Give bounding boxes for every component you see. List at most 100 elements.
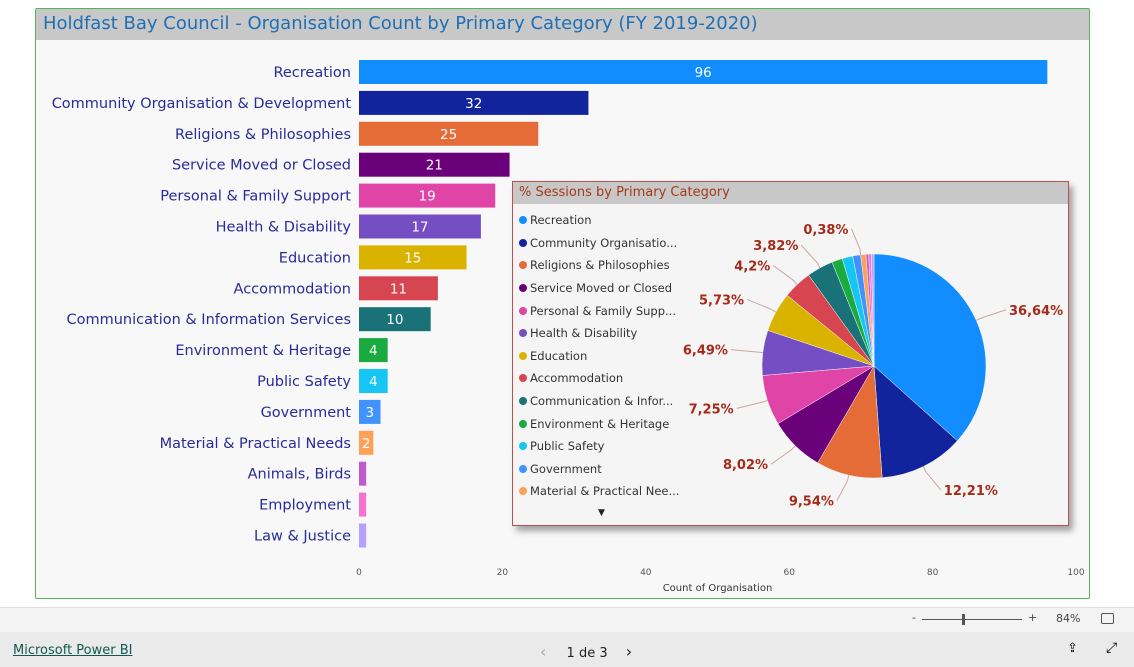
pie-data-label: 12,21% xyxy=(944,484,998,499)
bar-data-label: 2 xyxy=(362,436,371,452)
pie-leader-line xyxy=(800,244,821,269)
bar-data-label: 15 xyxy=(404,250,421,266)
legend-item[interactable]: Service Moved or Closed xyxy=(519,277,679,300)
legend-item[interactable]: Material & Practical Nee... xyxy=(519,480,679,503)
zoom-out-button[interactable]: - xyxy=(912,611,916,624)
pie-chart-visual[interactable]: % Sessions by Primary Category 36,64% 12,… xyxy=(512,181,1069,526)
legend-label: Personal & Family Supp... xyxy=(530,303,676,318)
bar-data-label: 17 xyxy=(411,220,428,236)
legend-label: Accommodation xyxy=(530,371,624,386)
pie-data-label: 9,54% xyxy=(789,494,834,509)
pie-leader-line xyxy=(773,265,798,285)
zoom-slider-thumb[interactable] xyxy=(962,614,965,625)
bar xyxy=(359,523,367,548)
x-tick-label: 20 xyxy=(497,568,509,578)
bar-data-label: 11 xyxy=(390,281,407,297)
pie-data-label: 4,2% xyxy=(734,260,770,275)
bar-data-label: 4 xyxy=(369,343,378,359)
page-indicator: 1 de 3 xyxy=(566,646,608,661)
bar-category-label: Communication & Information Services xyxy=(67,312,352,328)
pie-data-label: 36,64% xyxy=(1009,304,1063,319)
legend-label: Community Organisatio... xyxy=(530,235,678,250)
pie-data-label: 8,02% xyxy=(723,458,768,473)
zoom-bar: - + 84% xyxy=(0,607,1134,633)
legend-dot xyxy=(519,487,527,496)
bar-category-label: Accommodation xyxy=(234,281,351,297)
legend-dot xyxy=(519,374,527,383)
legend-item[interactable]: Public Safety xyxy=(519,435,679,458)
legend-label: Environment & Heritage xyxy=(530,416,670,431)
pie-leader-line xyxy=(922,466,942,491)
legend-dot xyxy=(519,329,527,338)
bar-category-label: Material & Practical Needs xyxy=(160,436,351,452)
legend-item[interactable]: Recreation xyxy=(519,209,679,232)
zoom-slider[interactable] xyxy=(922,614,1022,625)
legend-item[interactable]: Personal & Family Supp... xyxy=(519,299,679,322)
bar-data-label: 3 xyxy=(365,405,374,421)
legend-dot xyxy=(519,284,527,293)
legend-item[interactable]: Accommodation xyxy=(519,367,679,390)
bar-data-label: 21 xyxy=(426,158,443,174)
bar-category-label: Animals, Birds xyxy=(248,467,351,483)
bar xyxy=(359,461,367,486)
bar-category-label: Employment xyxy=(259,498,351,514)
bar-category-label: Health & Disability xyxy=(216,220,352,236)
legend-item[interactable]: Religions & Philosophies xyxy=(519,254,679,277)
bar-category-label: Government xyxy=(261,405,352,421)
bar-category-label: Service Moved or Closed xyxy=(172,158,351,174)
legend-label: Material & Practical Nee... xyxy=(530,484,680,499)
bar-category-label: Law & Justice xyxy=(254,529,351,545)
legend-label: Religions & Philosophies xyxy=(530,258,670,273)
pie-leader-line xyxy=(976,309,1007,321)
legend-label: Health & Disability xyxy=(530,326,638,341)
x-tick-label: 60 xyxy=(783,568,795,578)
footer: Microsoft Power BI ‹ 1 de 3 › ⇪ ⤢ xyxy=(0,632,1134,667)
legend-scroll-down-icon[interactable]: ▼ xyxy=(598,508,605,518)
legend-item[interactable]: Communication & Infor... xyxy=(519,390,679,413)
legend-dot xyxy=(519,464,527,473)
pie-leader-line xyxy=(746,299,777,313)
legend-label: Service Moved or Closed xyxy=(530,281,672,296)
zoom-in-button[interactable]: + xyxy=(1028,611,1037,624)
pie-data-label: 7,25% xyxy=(689,402,734,417)
bar-data-label: 4 xyxy=(369,374,378,390)
legend-dot xyxy=(519,419,527,428)
pie-data-label: 5,73% xyxy=(699,293,744,308)
legend-item[interactable]: Government xyxy=(519,458,679,481)
legend-item[interactable]: Community Organisatio... xyxy=(519,232,679,255)
legend-label: Recreation xyxy=(530,213,592,228)
page-navigator: ‹ 1 de 3 › xyxy=(540,642,632,661)
pie-leader-line xyxy=(770,445,796,465)
bar-category-label: Personal & Family Support xyxy=(160,189,351,205)
x-axis-title: Count of Organisation xyxy=(663,583,773,594)
next-page-button[interactable]: › xyxy=(626,642,632,661)
share-icon[interactable]: ⇪ xyxy=(1067,641,1078,656)
report-canvas: Holdfast Bay Council - Organisation Coun… xyxy=(0,0,1134,607)
legend-item[interactable]: Education xyxy=(519,345,679,368)
legend-label: Government xyxy=(530,461,602,476)
bar-category-label: Public Safety xyxy=(257,374,351,390)
bar-data-label: 96 xyxy=(695,65,712,81)
legend-dot xyxy=(519,238,527,247)
prev-page-button[interactable]: ‹ xyxy=(540,642,546,661)
legend-item[interactable]: Health & Disability xyxy=(519,322,679,345)
legend-label: Education xyxy=(530,348,588,363)
legend-label: Communication & Infor... xyxy=(530,394,674,409)
fullscreen-icon[interactable]: ⤢ xyxy=(1106,640,1117,656)
bar-category-label: Education xyxy=(279,250,351,266)
fit-page-icon[interactable] xyxy=(1101,613,1114,624)
legend-item[interactable]: Environment & Heritage xyxy=(519,412,679,435)
power-bi-link[interactable]: Microsoft Power BI xyxy=(13,643,132,658)
bar-data-label: 25 xyxy=(440,127,457,143)
legend-dot xyxy=(519,351,527,360)
x-tick-label: 40 xyxy=(640,568,652,578)
bar-category-label: Environment & Heritage xyxy=(175,343,351,359)
pie-data-label: 3,82% xyxy=(753,239,798,254)
bar-data-label: 19 xyxy=(419,189,436,205)
bar-category-label: Religions & Philosophies xyxy=(175,127,351,143)
legend-dot xyxy=(519,442,527,451)
zoom-level: 84% xyxy=(1056,612,1081,625)
pie-legend: Recreation Community Organisatio... Religi… xyxy=(519,209,679,503)
legend-dot xyxy=(519,306,527,315)
pie-data-label: 6,49% xyxy=(683,344,728,359)
